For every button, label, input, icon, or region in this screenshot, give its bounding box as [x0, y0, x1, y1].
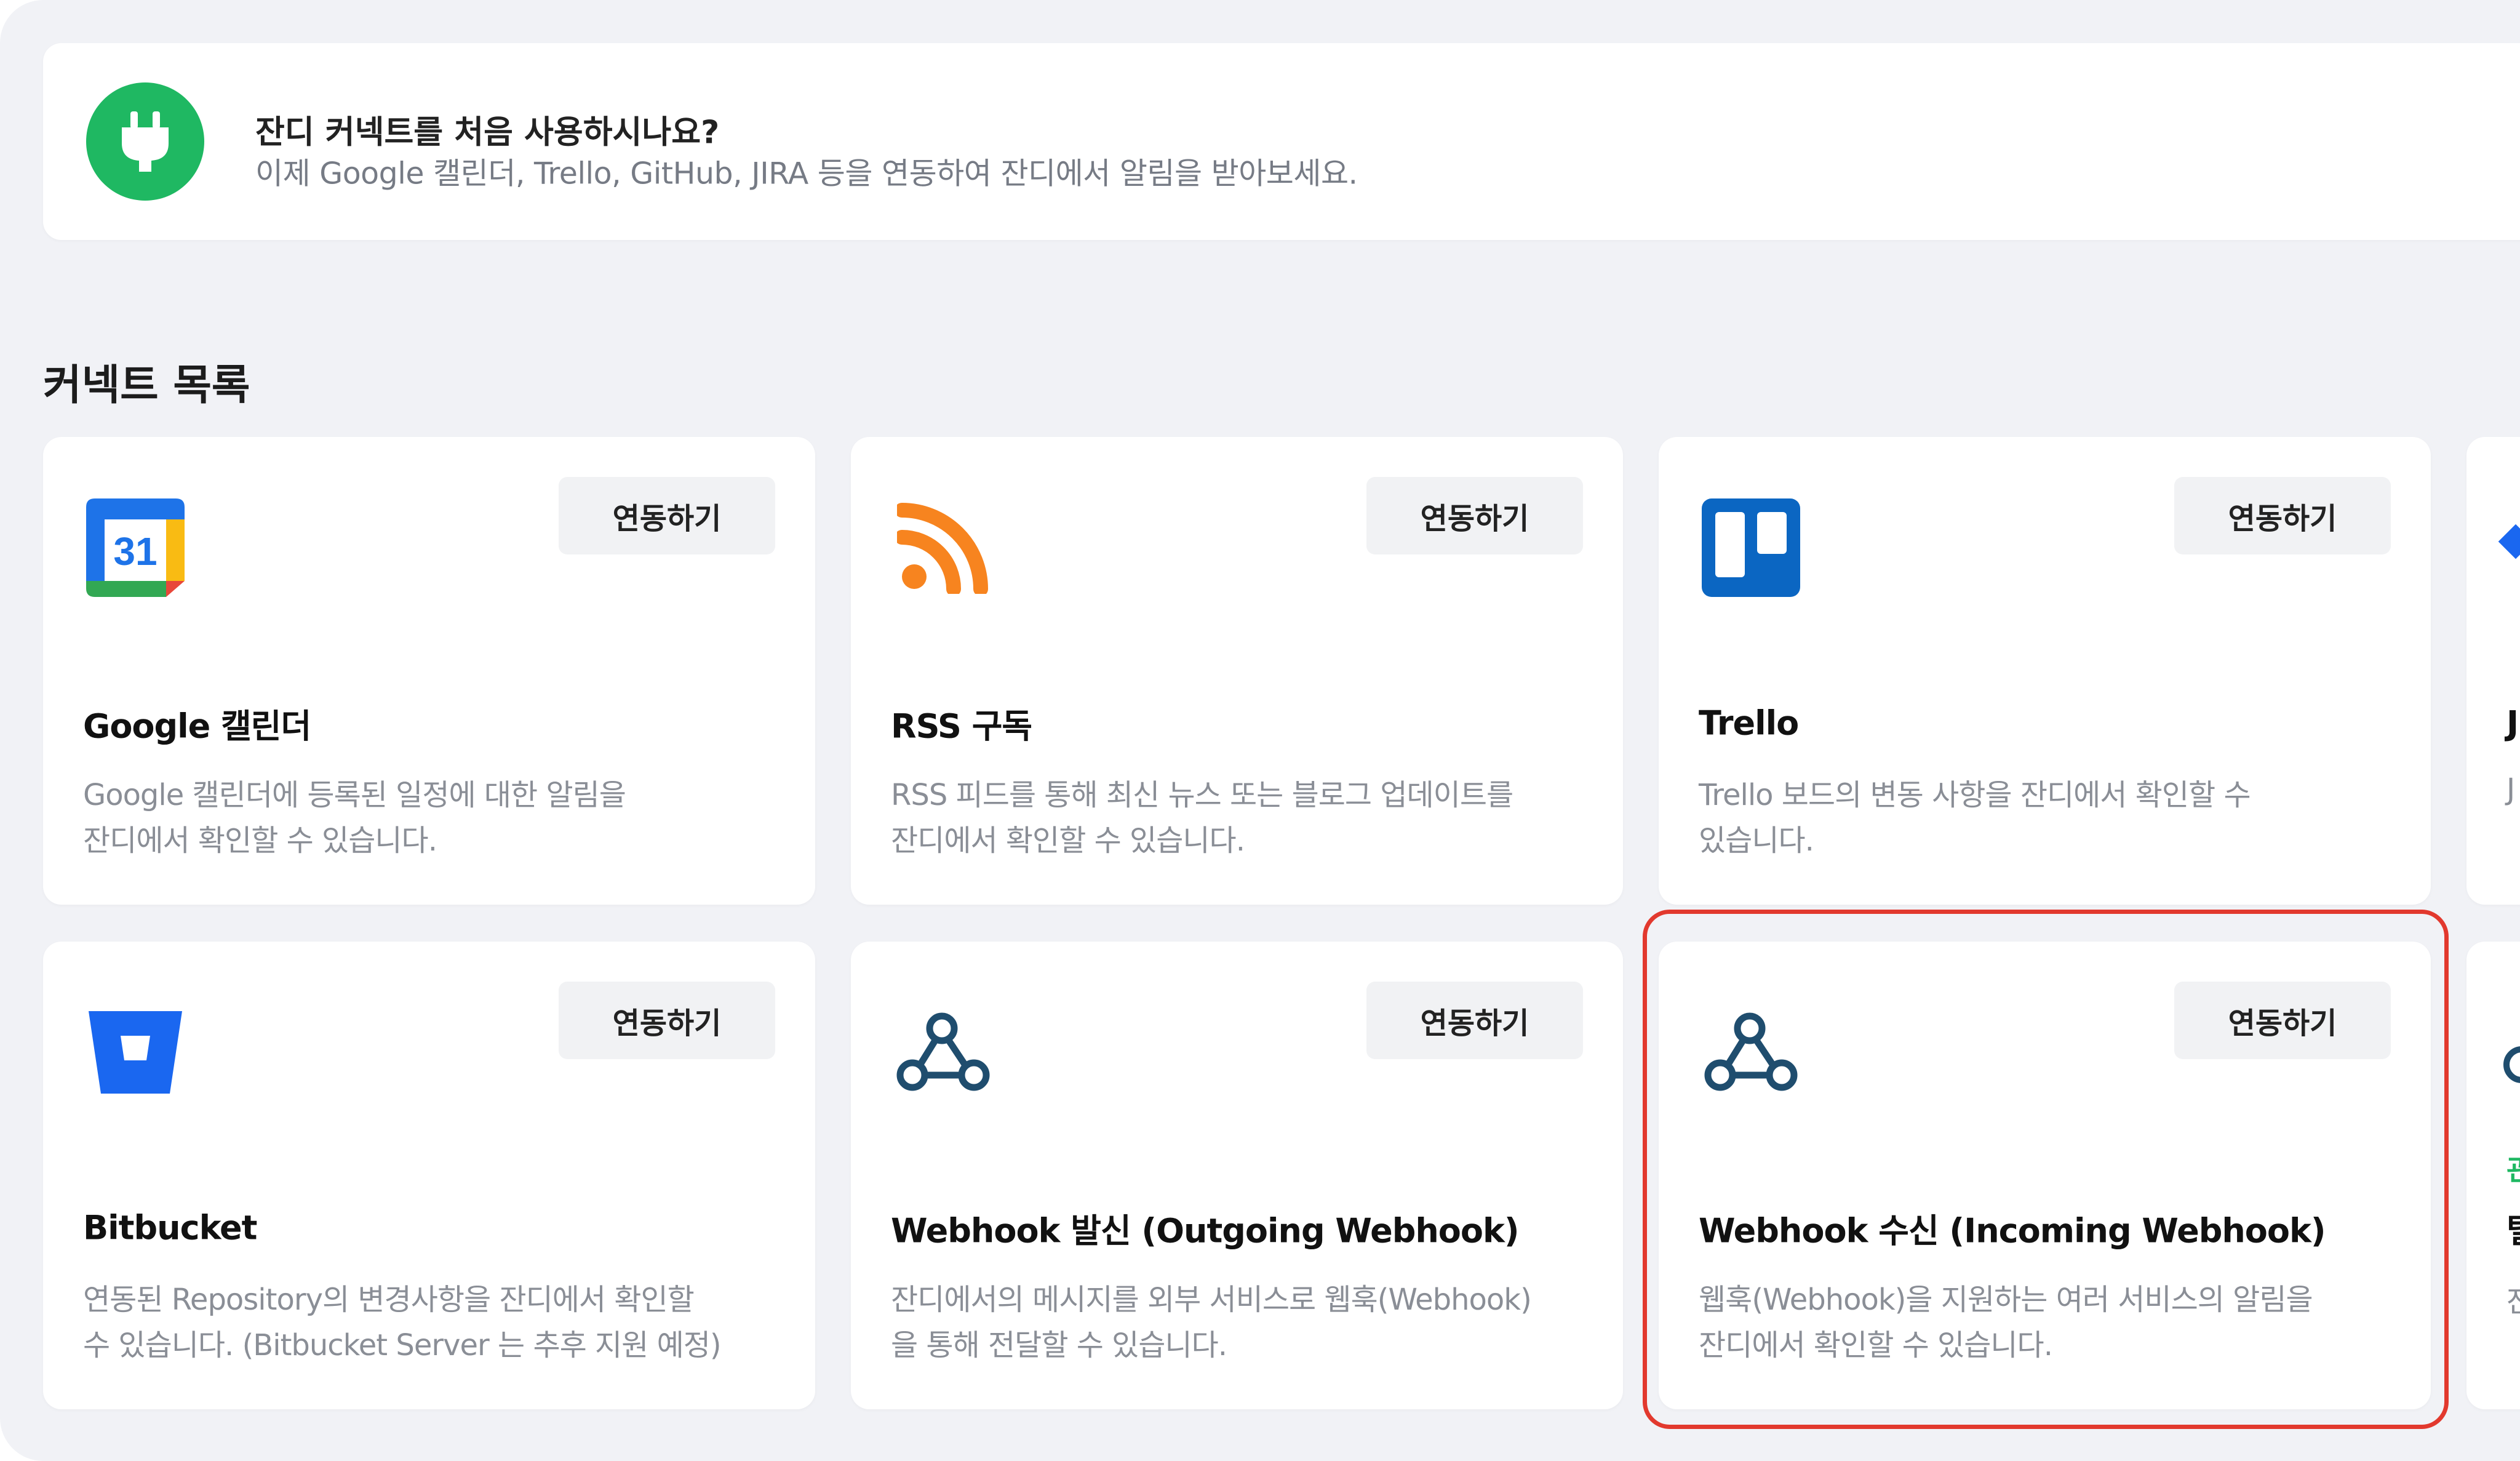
card-description-line: 잔디에서 확인할 수 있습니다.	[891, 823, 1245, 858]
link-button[interactable]: 연동하기	[1366, 982, 1583, 1059]
card-description: RSS 피드를 통해 최신 뉴스 또는 블로그 업데이트를 잔디에서 확인할 수…	[891, 772, 1598, 863]
card-description-line: 잔디에서 확인할 수 있습니다.	[1699, 1328, 2053, 1363]
card-description: J	[2506, 772, 2516, 807]
connect-card-incoming-webhook: 연동하기 Webhook 수신 (Incoming Webhook) 웹훅(We…	[1659, 942, 2431, 1409]
link-button[interactable]: 연동하기	[559, 982, 775, 1059]
card-description-line: 웹훅(Webhook)을 지원하는 여러 서비스의 알림을	[1699, 1283, 2313, 1317]
plug-icon	[86, 82, 204, 201]
link-button[interactable]: 연동하기	[559, 477, 775, 554]
card-description-line: 수 있습니다. (Bitbucket Server 는 추후 지원 예정)	[83, 1328, 722, 1363]
card-description-line: Google 캘린더에 등록된 일정에 대한 알림을	[83, 778, 626, 812]
jira-icon	[2498, 524, 2520, 559]
link-button[interactable]: 연동하기	[2174, 477, 2391, 554]
card-description-line: 연동된 Repository의 변경사항을 잔디에서 확인할	[83, 1283, 695, 1317]
card-title: 텔	[2506, 1204, 2520, 1252]
card-description-line: 을 통해 전달할 수 있습니다.	[891, 1328, 1227, 1363]
card-title: Webhook 수신 (Incoming Webhook)	[1699, 1211, 2326, 1251]
connect-card-rss: 연동하기 RSS 구독 RSS 피드를 통해 최신 뉴스 또는 블로그 업데이트…	[851, 437, 1623, 905]
card-description-line: 잔디에서 확인할 수 있습니다.	[83, 823, 437, 858]
bitbucket-icon	[83, 1000, 188, 1105]
rss-icon	[891, 495, 995, 600]
link-button[interactable]: 연동하기	[2174, 982, 2391, 1059]
connect-panel: 잔디 커넥트를 처음 사용하시나요? 이제 Google 캘린더, Trello…	[0, 0, 2520, 1461]
google-calendar-icon: 31	[83, 495, 188, 600]
svg-text:31: 31	[113, 529, 157, 574]
intro-banner: 잔디 커넥트를 처음 사용하시나요? 이제 Google 캘린더, Trello…	[43, 43, 2520, 240]
card-title: Bitbucket	[83, 1208, 257, 1247]
connect-card-partial: 관 텔 잔	[2466, 942, 2520, 1409]
card-icon	[2503, 1046, 2520, 1083]
card-description-line: RSS 피드를 통해 최신 뉴스 또는 블로그 업데이트를	[891, 778, 1513, 812]
card-description: 잔디에서의 메시지를 외부 서비스로 웹훅(Webhook) 을 통해 전달할 …	[891, 1277, 1598, 1368]
card-title: Google 캘린더	[83, 706, 311, 746]
connect-card-partial: J J	[2466, 437, 2520, 905]
connect-card-outgoing-webhook: 연동하기 Webhook 발신 (Outgoing Webhook) 잔디에서의…	[851, 942, 1623, 1409]
card-title: Trello	[1699, 703, 1799, 743]
webhook-icon	[1699, 1000, 1803, 1105]
card-title: Webhook 발신 (Outgoing Webhook)	[891, 1211, 1520, 1251]
status-badge: 관	[2506, 1153, 2520, 1187]
card-description: 연동된 Repository의 변경사항을 잔디에서 확인할 수 있습니다. (…	[83, 1277, 791, 1368]
card-description-line: 잔디에서의 메시지를 외부 서비스로 웹훅(Webhook)	[891, 1283, 1532, 1317]
connect-card-google-calendar: 31 연동하기 Google 캘린더 Google 캘린더에 등록된 일정에 대…	[43, 437, 815, 905]
card-title: J	[2506, 703, 2519, 743]
card-description: Trello 보드의 변동 사항을 잔디에서 확인할 수 있습니다.	[1699, 772, 2406, 863]
webhook-icon	[891, 1000, 995, 1105]
link-button[interactable]: 연동하기	[1366, 477, 1583, 554]
card-description-line: Trello 보드의 변동 사항을 잔디에서 확인할 수	[1699, 778, 2251, 812]
card-description-line: 있습니다.	[1699, 823, 1814, 858]
card-description: 웹훅(Webhook)을 지원하는 여러 서비스의 알림을 잔디에서 확인할 수…	[1699, 1277, 2406, 1368]
section-title: 커넥트 목록	[43, 361, 250, 410]
connect-card-trello: 연동하기 Trello Trello 보드의 변동 사항을 잔디에서 확인할 수…	[1659, 437, 2431, 905]
banner-description: 이제 Google 캘린더, Trello, GitHub, JIRA 등을 연…	[255, 156, 1358, 191]
connect-card-bitbucket: 연동하기 Bitbucket 연동된 Repository의 변경사항을 잔디에…	[43, 942, 815, 1409]
card-title: RSS 구독	[891, 706, 1032, 746]
card-description: Google 캘린더에 등록된 일정에 대한 알림을 잔디에서 확인할 수 있습…	[83, 772, 791, 863]
card-description: 잔	[2506, 1277, 2520, 1320]
trello-icon	[1699, 495, 1803, 600]
banner-title: 잔디 커넥트를 처음 사용하시나요?	[255, 114, 720, 151]
